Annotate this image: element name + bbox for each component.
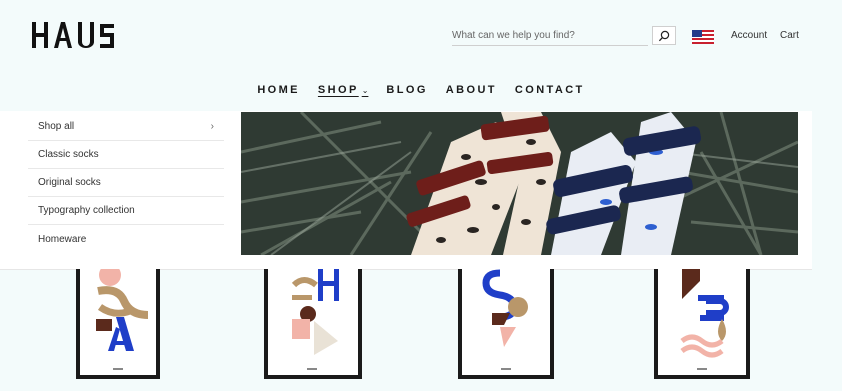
search-bar	[452, 26, 676, 46]
submenu-homeware[interactable]: Homeware	[28, 225, 224, 253]
chevron-right-icon: ›	[210, 121, 214, 132]
submenu-item-label: Homeware	[38, 233, 87, 245]
poster-image	[76, 269, 160, 379]
submenu-item-label: Classic socks	[38, 149, 99, 160]
product-card[interactable]	[456, 269, 556, 384]
submenu-original-socks[interactable]: Original socks	[28, 169, 224, 197]
poster-image	[264, 269, 362, 379]
poster-image	[458, 269, 554, 379]
nav-home[interactable]: HOME	[257, 82, 300, 98]
main-nav: HOME SHOP ⌄ BLOG ABOUT CONTACT	[0, 82, 842, 98]
product-card[interactable]	[262, 269, 362, 384]
product-card[interactable]	[652, 269, 752, 384]
haus-logo[interactable]	[32, 20, 116, 50]
submenu-item-label: Shop all	[38, 121, 75, 132]
nav-shop-label: SHOP	[317, 84, 359, 96]
nav-blog[interactable]: BLOG	[386, 82, 427, 98]
search-button[interactable]	[652, 26, 676, 45]
submenu-typography-collection[interactable]: Typography collection	[28, 197, 224, 225]
nav-contact[interactable]: CONTACT	[515, 82, 585, 98]
submenu-classic-socks[interactable]: Classic socks	[28, 141, 224, 169]
shop-mega-menu: Shop all › Classic socks Original socks …	[0, 111, 812, 270]
search-input[interactable]	[452, 26, 648, 46]
search-icon	[658, 30, 670, 41]
submenu-item-label: Original socks	[38, 177, 101, 188]
site-header: Account Cart	[0, 0, 842, 75]
product-card[interactable]	[68, 269, 168, 384]
cart-link[interactable]: Cart	[780, 30, 799, 41]
product-grid	[0, 269, 842, 391]
nav-about[interactable]: ABOUT	[446, 82, 497, 98]
chevron-down-icon: ⌄	[361, 85, 369, 95]
poster-image	[654, 269, 750, 379]
submenu-shop-all[interactable]: Shop all ›	[28, 113, 224, 141]
promo-banner-image[interactable]	[241, 112, 798, 255]
account-link[interactable]: Account	[731, 30, 767, 41]
submenu-item-label: Typography collection	[38, 205, 135, 216]
nav-shop[interactable]: SHOP ⌄	[318, 82, 368, 98]
logo-mark	[32, 22, 114, 48]
us-flag-icon[interactable]	[692, 30, 714, 44]
shop-submenu: Shop all › Classic socks Original socks …	[28, 113, 224, 253]
